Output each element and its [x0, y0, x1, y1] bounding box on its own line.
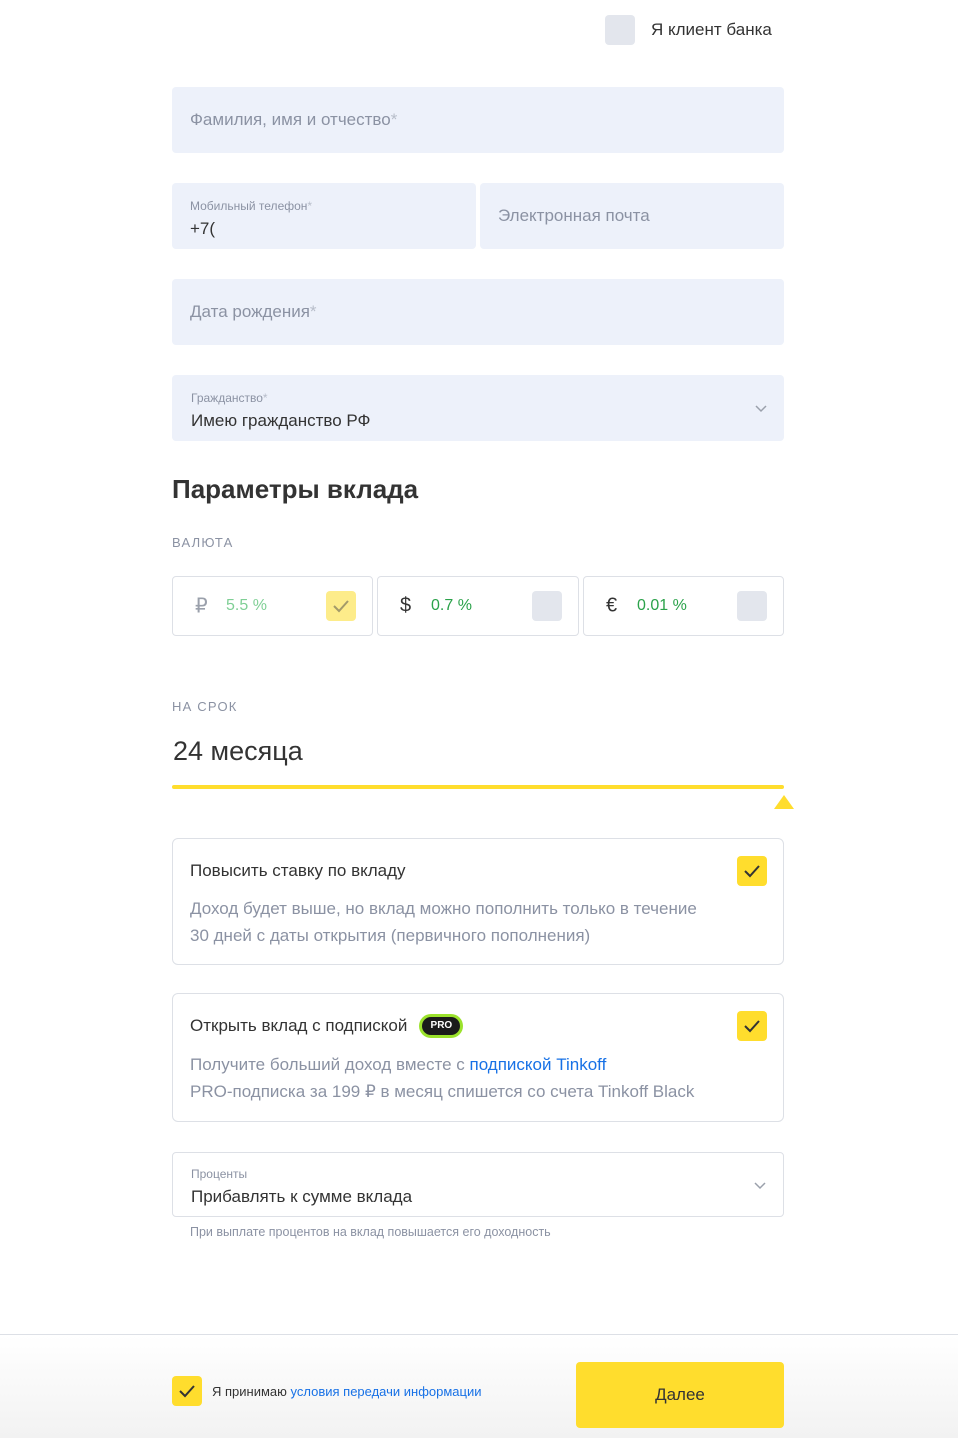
deposit-application-page: Я клиент банка Фамилия, имя и отчество* …	[0, 0, 958, 1438]
raise-rate-option[interactable]: Повысить ставку по вкладу Доход будет вы…	[172, 838, 784, 965]
raise-rate-description: Доход будет выше, но вклад можно пополни…	[190, 899, 697, 945]
phone-field[interactable]: Мобильный телефон* +7(	[172, 183, 476, 249]
deposit-params-title: Параметры вклада	[172, 474, 419, 504]
euro-icon: €	[606, 594, 618, 617]
consent-terms-link[interactable]: условия передачи информации	[291, 1384, 482, 1399]
interest-value: Прибавлять к сумме вклада	[191, 1187, 413, 1206]
interest-select[interactable]: Проценты Прибавлять к сумме вклада	[172, 1152, 784, 1217]
subscription-title-row: Открыть вклад с подпиской PRO	[190, 1014, 464, 1038]
consent-checkbox[interactable]	[172, 1376, 202, 1406]
usd-rate: 0.7 %	[431, 597, 472, 614]
consent-row: Я принимаю условия передачи информации	[172, 1376, 482, 1406]
bank-client-toggle[interactable]: Я клиент банка	[605, 15, 772, 45]
subscription-checkbox[interactable]	[737, 1011, 767, 1041]
citizenship-select[interactable]: Гражданство* Имею гражданство РФ	[172, 375, 784, 441]
eur-rate: 0.01 %	[637, 597, 687, 614]
phone-label: Мобильный телефон*	[190, 199, 313, 213]
rub-rate: 5.5 %	[226, 597, 267, 614]
phone-value: +7(	[190, 219, 216, 238]
birth-date-placeholder: Дата рождения*	[190, 302, 317, 321]
term-label: НА СРОК	[172, 699, 238, 714]
eur-checkbox[interactable]	[737, 591, 767, 621]
next-button[interactable]: Далее	[576, 1362, 784, 1428]
term-slider-track[interactable]	[172, 785, 784, 789]
subscription-link[interactable]: подпиской Tinkoff	[470, 1055, 607, 1074]
interest-hint: При выплате процентов на вклад повышаетс…	[190, 1225, 551, 1239]
subscription-title: Открыть вклад с подпиской	[190, 1016, 408, 1035]
citizenship-label: Гражданство*	[191, 391, 268, 405]
check-icon	[744, 1020, 760, 1033]
term-slider-thumb[interactable]	[774, 795, 794, 809]
birth-date-field[interactable]: Дата рождения*	[172, 279, 784, 345]
bank-client-label: Я клиент банка	[651, 20, 772, 39]
raise-rate-checkbox[interactable]	[737, 856, 767, 886]
ruble-icon: ₽	[195, 595, 208, 618]
check-icon	[333, 600, 349, 613]
interest-label: Проценты	[191, 1167, 248, 1181]
pro-badge: PRO	[419, 1014, 464, 1038]
usd-checkbox[interactable]	[532, 591, 562, 621]
currency-option-usd[interactable]: $ 0.7 %	[377, 576, 579, 636]
chevron-down-icon	[755, 405, 767, 413]
chevron-down-icon	[754, 1181, 766, 1189]
subscription-description: Получите больший доход вместе с подписко…	[190, 1055, 695, 1101]
rub-checkbox[interactable]	[326, 591, 356, 621]
email-field[interactable]: Электронная почта	[480, 183, 784, 249]
dollar-icon: $	[400, 594, 412, 617]
check-icon	[744, 865, 760, 878]
term-value: 24 месяца	[173, 736, 303, 766]
consent-text: Я принимаю условия передачи информации	[212, 1383, 482, 1399]
currency-option-eur[interactable]: € 0.01 %	[583, 576, 784, 636]
currency-option-rub[interactable]: ₽ 5.5 %	[172, 576, 373, 636]
currency-label: ВАЛЮТА	[172, 535, 234, 550]
check-icon	[179, 1385, 195, 1398]
bank-client-checkbox[interactable]	[605, 15, 635, 45]
raise-rate-title: Повысить ставку по вкладу	[190, 861, 406, 880]
full-name-placeholder: Фамилия, имя и отчество*	[190, 110, 398, 129]
subscription-option[interactable]: Открыть вклад с подпиской PRO Получите б…	[172, 993, 784, 1122]
citizenship-value: Имею гражданство РФ	[191, 411, 371, 430]
email-placeholder: Электронная почта	[498, 206, 650, 225]
full-name-field[interactable]: Фамилия, имя и отчество*	[172, 87, 784, 153]
